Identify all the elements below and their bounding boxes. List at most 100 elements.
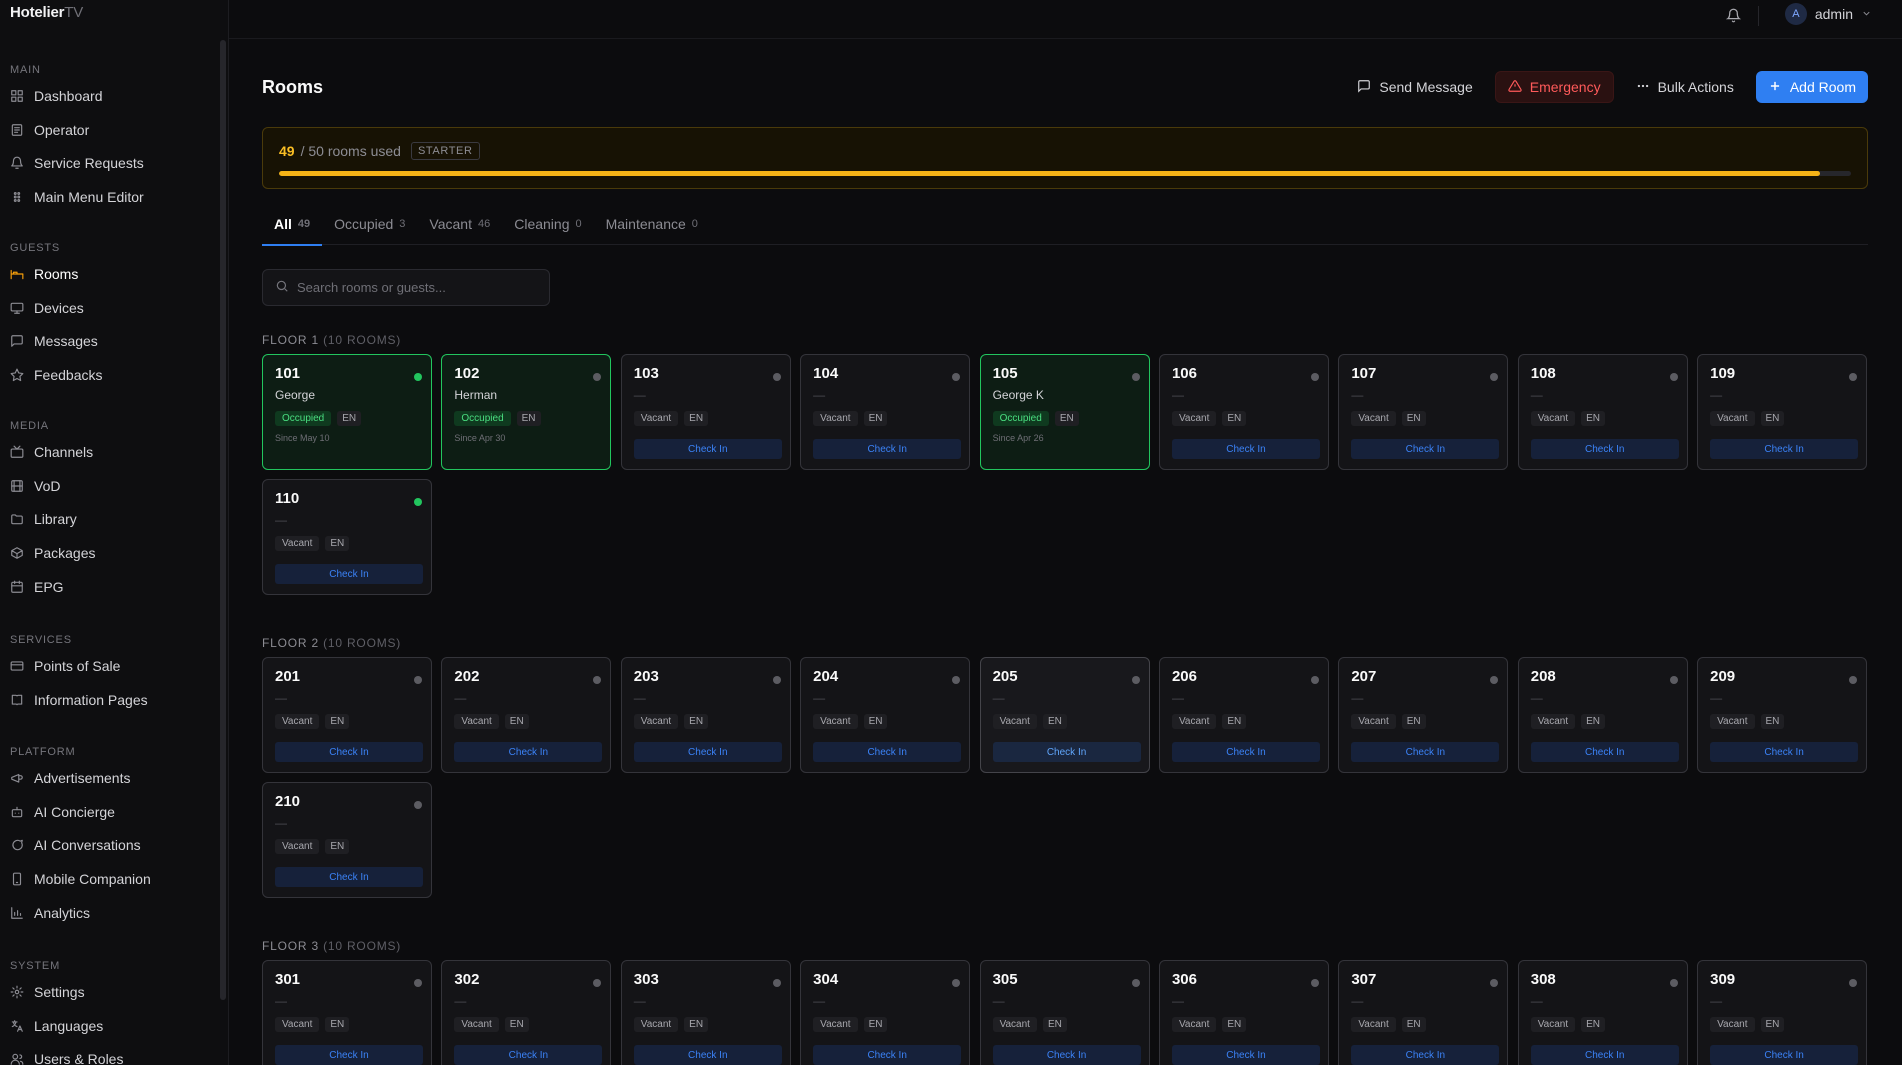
- check-in-button[interactable]: Check In: [1351, 742, 1500, 762]
- check-in-button[interactable]: Check In: [813, 439, 962, 459]
- sidebar-item-main-menu-editor[interactable]: Main Menu Editor: [10, 184, 215, 210]
- check-in-button[interactable]: Check In: [1710, 742, 1859, 762]
- check-in-button[interactable]: Check In: [275, 867, 423, 887]
- search-box[interactable]: [262, 269, 550, 306]
- bulk-actions-button[interactable]: Bulk Actions: [1624, 71, 1746, 103]
- sidebar-item-epg[interactable]: EPG: [10, 574, 215, 600]
- check-in-button[interactable]: Check In: [1171, 1045, 1320, 1065]
- sidebar-item-information-pages[interactable]: Information Pages: [10, 687, 215, 713]
- room-card[interactable]: 104 — Vacant EN Check In: [800, 354, 971, 470]
- room-card[interactable]: 106 — Vacant EN Check In: [1158, 354, 1329, 470]
- sidebar-item-label: AI Conversations: [34, 837, 141, 854]
- room-card[interactable]: 209 — Vacant EN Check In: [1697, 657, 1868, 773]
- room-card[interactable]: 301 — Vacant EN Check In: [262, 960, 432, 1065]
- check-in-button[interactable]: Check In: [1351, 439, 1500, 459]
- room-card[interactable]: 201 — Vacant EN Check In: [262, 657, 432, 773]
- sidebar-item-vod[interactable]: VoD: [10, 473, 215, 499]
- room-card[interactable]: 108 — Vacant EN Check In: [1517, 354, 1688, 470]
- room-card[interactable]: 203 — Vacant EN Check In: [620, 657, 791, 773]
- sidebar-item-channels[interactable]: Channels: [10, 439, 215, 465]
- check-in-button[interactable]: Check In: [1710, 439, 1859, 459]
- check-in-button[interactable]: Check In: [1530, 742, 1679, 762]
- room-number: 305: [992, 971, 1018, 988]
- sidebar-item-languages[interactable]: Languages: [10, 1013, 215, 1039]
- check-in-button[interactable]: Check In: [1710, 1045, 1859, 1065]
- sidebar-item-ai-concierge[interactable]: AI Concierge: [10, 799, 215, 825]
- floor-title: FLOOR 1: [262, 333, 319, 347]
- sidebar-item-feedbacks[interactable]: Feedbacks: [10, 362, 215, 388]
- tab-vacant[interactable]: Vacant 46: [417, 202, 502, 245]
- check-in-button[interactable]: Check In: [1530, 439, 1679, 459]
- sidebar-item-messages[interactable]: Messages: [10, 328, 215, 354]
- add-room-button[interactable]: Add Room: [1755, 71, 1868, 103]
- room-card[interactable]: 305 — Vacant EN Check In: [979, 960, 1150, 1065]
- notifications-bell-icon[interactable]: [1722, 4, 1744, 26]
- room-card[interactable]: 210 — Vacant EN Check In: [262, 782, 432, 898]
- room-card[interactable]: 202 — Vacant EN Check In: [441, 657, 612, 773]
- room-card[interactable]: 204 — Vacant EN Check In: [800, 657, 971, 773]
- sidebar-item-rooms[interactable]: Rooms: [10, 261, 215, 287]
- sidebar-item-mobile-companion[interactable]: Mobile Companion: [10, 866, 215, 892]
- room-card[interactable]: 307 — Vacant EN Check In: [1338, 960, 1509, 1065]
- check-in-button[interactable]: Check In: [633, 742, 782, 762]
- sidebar-item-devices[interactable]: Devices: [10, 295, 215, 321]
- sidebar-item-analytics[interactable]: Analytics: [10, 900, 215, 926]
- sidebar-item-dashboard[interactable]: Dashboard: [10, 83, 215, 109]
- room-card[interactable]: 105 George K Occupied EN Since Apr 26: [979, 354, 1150, 470]
- sidebar-item-library[interactable]: Library: [10, 506, 215, 532]
- sidebar-item-users-roles[interactable]: Users & Roles: [10, 1046, 215, 1065]
- room-card[interactable]: 308 — Vacant EN Check In: [1517, 960, 1688, 1065]
- check-in-button[interactable]: Check In: [813, 1045, 962, 1065]
- check-in-button[interactable]: Check In: [275, 564, 423, 584]
- tab-occupied[interactable]: Occupied 3: [322, 202, 417, 245]
- send-message-button[interactable]: Send Message: [1345, 71, 1484, 103]
- check-in-button[interactable]: Check In: [454, 1045, 603, 1065]
- check-in-button[interactable]: Check In: [1171, 742, 1320, 762]
- room-card[interactable]: 208 — Vacant EN Check In: [1517, 657, 1688, 773]
- sidebar-item-packages[interactable]: Packages: [10, 540, 215, 566]
- search-input[interactable]: [297, 280, 537, 295]
- check-in-button[interactable]: Check In: [454, 742, 603, 762]
- room-card[interactable]: 102 Herman Occupied EN Since Apr 30: [441, 354, 612, 470]
- sidebar-item-service-requests[interactable]: Service Requests: [10, 150, 215, 176]
- check-in-button[interactable]: Check In: [1171, 439, 1320, 459]
- sidebar-scrollbar[interactable]: [220, 40, 226, 1000]
- room-card[interactable]: 304 — Vacant EN Check In: [800, 960, 971, 1065]
- check-in-button[interactable]: Check In: [275, 742, 423, 762]
- tab-cleaning[interactable]: Cleaning 0: [502, 202, 593, 245]
- sidebar-item-advertisements[interactable]: Advertisements: [10, 765, 215, 791]
- check-in-button[interactable]: Check In: [992, 742, 1141, 762]
- emergency-button[interactable]: Emergency: [1494, 71, 1614, 103]
- status-dot-icon: [414, 676, 422, 684]
- room-card[interactable]: 101 George Occupied EN Since May 10: [262, 354, 432, 470]
- check-in-button[interactable]: Check In: [1530, 1045, 1679, 1065]
- room-card[interactable]: 103 — Vacant EN Check In: [620, 354, 791, 470]
- room-badges: Vacant EN: [275, 1017, 419, 1032]
- sidebar-item-ai-conversations[interactable]: AI Conversations: [10, 832, 215, 858]
- room-card[interactable]: 306 — Vacant EN Check In: [1158, 960, 1329, 1065]
- check-in-button[interactable]: Check In: [813, 742, 962, 762]
- room-card[interactable]: 303 — Vacant EN Check In: [620, 960, 791, 1065]
- user-menu[interactable]: A admin: [1784, 2, 1872, 26]
- room-card[interactable]: 205 — Vacant EN Check In: [979, 657, 1150, 773]
- room-card[interactable]: 206 — Vacant EN Check In: [1158, 657, 1329, 773]
- tab-all[interactable]: All 49: [262, 202, 323, 246]
- tab-maintenance[interactable]: Maintenance 0: [594, 202, 710, 245]
- check-in-button[interactable]: Check In: [633, 439, 782, 459]
- sidebar-item-points-of-sale[interactable]: Points of Sale: [10, 653, 215, 679]
- sidebar-item-label: Advertisements: [34, 770, 131, 786]
- room-card[interactable]: 110 — Vacant EN Check In: [262, 479, 432, 595]
- sidebar-item-settings[interactable]: Settings: [10, 979, 215, 1005]
- room-card[interactable]: 309 — Vacant EN Check In: [1697, 960, 1868, 1065]
- brand-logo[interactable]: HotelierTV: [10, 4, 83, 21]
- sidebar-item-operator[interactable]: Operator: [10, 117, 215, 143]
- check-in-button[interactable]: Check In: [1351, 1045, 1500, 1065]
- room-card[interactable]: 107 — Vacant EN Check In: [1338, 354, 1509, 470]
- room-card[interactable]: 207 — Vacant EN Check In: [1338, 657, 1509, 773]
- room-card[interactable]: 109 — Vacant EN Check In: [1697, 354, 1868, 470]
- check-in-button[interactable]: Check In: [992, 1045, 1141, 1065]
- room-card[interactable]: 302 — Vacant EN Check In: [441, 960, 612, 1065]
- check-in-button[interactable]: Check In: [633, 1045, 782, 1065]
- room-badges: Vacant EN: [275, 714, 419, 729]
- check-in-button[interactable]: Check In: [275, 1045, 423, 1065]
